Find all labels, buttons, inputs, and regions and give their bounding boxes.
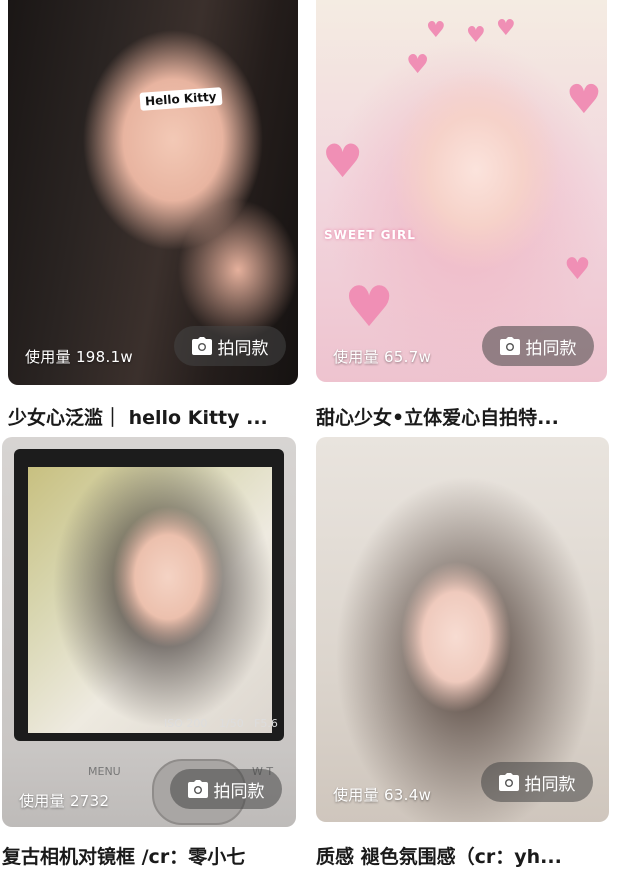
camera-menu-label: MENU <box>88 765 121 778</box>
heart-icon: ♥ <box>496 16 516 41</box>
usage-count: 使用量 2732 <box>19 792 110 810</box>
template-title[interactable]: 少女心泛滥｜ hello Kitty ... <box>8 403 304 430</box>
usage-count: 使用量 63.4w <box>333 786 432 804</box>
camera-icon <box>499 337 520 355</box>
template-card-2[interactable]: ♥ ♥ ♥ ♥ ♥ ♥ ♥ ♥ SWEET GIRL 使用量 65.7w 拍同款… <box>310 0 620 437</box>
heart-icon: ♥ <box>344 275 395 340</box>
heart-icon: ♥ <box>466 23 486 48</box>
template-title[interactable]: 复古相机对镜框 /cr：零小七 <box>2 842 308 869</box>
shoot-same-button[interactable]: 拍同款 <box>174 326 286 366</box>
template-card-1[interactable]: Hello Kitty 使用量 198.1w 拍同款 少女心泛滥｜ hello … <box>0 0 310 437</box>
camera-icon <box>191 337 212 355</box>
template-thumbnail[interactable]: Hello Kitty 使用量 198.1w 拍同款 <box>8 0 298 385</box>
shoot-same-button[interactable]: 拍同款 <box>482 326 594 366</box>
usage-count: 使用量 65.7w <box>333 348 432 366</box>
template-thumbnail[interactable]: ISO 200 1/50 F5.6 MENU W T 使用量 2732 拍同款 <box>2 437 296 827</box>
sweet-girl-sticker: SWEET GIRL <box>324 228 416 242</box>
heart-icon: ♥ <box>564 252 591 287</box>
shoot-same-label: 拍同款 <box>217 338 269 359</box>
shoot-same-button[interactable]: 拍同款 <box>481 762 593 802</box>
shoot-same-label: 拍同款 <box>213 781 265 802</box>
template-card-4[interactable]: 使用量 63.4w 拍同款 质感 褪色氛围感（cr：yh... <box>310 437 620 874</box>
camera-aperture-label: F5.6 <box>254 717 278 730</box>
camera-shutter-label: 1/50 <box>219 717 244 730</box>
heart-icon: ♥ <box>566 77 602 123</box>
portrait-image <box>28 467 272 733</box>
camera-icon <box>187 780 208 798</box>
camera-iso-label: ISO 200 <box>164 717 208 730</box>
template-thumbnail[interactable]: 使用量 63.4w 拍同款 <box>316 437 609 822</box>
template-thumbnail[interactable]: ♥ ♥ ♥ ♥ ♥ ♥ ♥ ♥ SWEET GIRL 使用量 65.7w 拍同款 <box>316 0 607 382</box>
shoot-same-button[interactable]: 拍同款 <box>170 769 282 809</box>
shoot-same-label: 拍同款 <box>524 774 576 795</box>
heart-icon: ♥ <box>406 50 430 80</box>
heart-icon: ♥ <box>322 134 364 188</box>
template-title[interactable]: 质感 褪色氛围感（cr：yh... <box>316 842 614 869</box>
shoot-same-label: 拍同款 <box>525 338 577 359</box>
heart-icon: ♥ <box>426 18 446 43</box>
camera-screen: ISO 200 1/50 F5.6 <box>14 449 284 741</box>
template-title[interactable]: 甜心少女•立体爱心自拍特... <box>316 403 614 430</box>
camera-icon <box>498 773 519 791</box>
template-card-3[interactable]: ISO 200 1/50 F5.6 MENU W T 使用量 2732 拍同款 … <box>0 437 310 874</box>
template-grid: Hello Kitty 使用量 198.1w 拍同款 少女心泛滥｜ hello … <box>0 0 620 874</box>
usage-count: 使用量 198.1w <box>25 348 133 366</box>
